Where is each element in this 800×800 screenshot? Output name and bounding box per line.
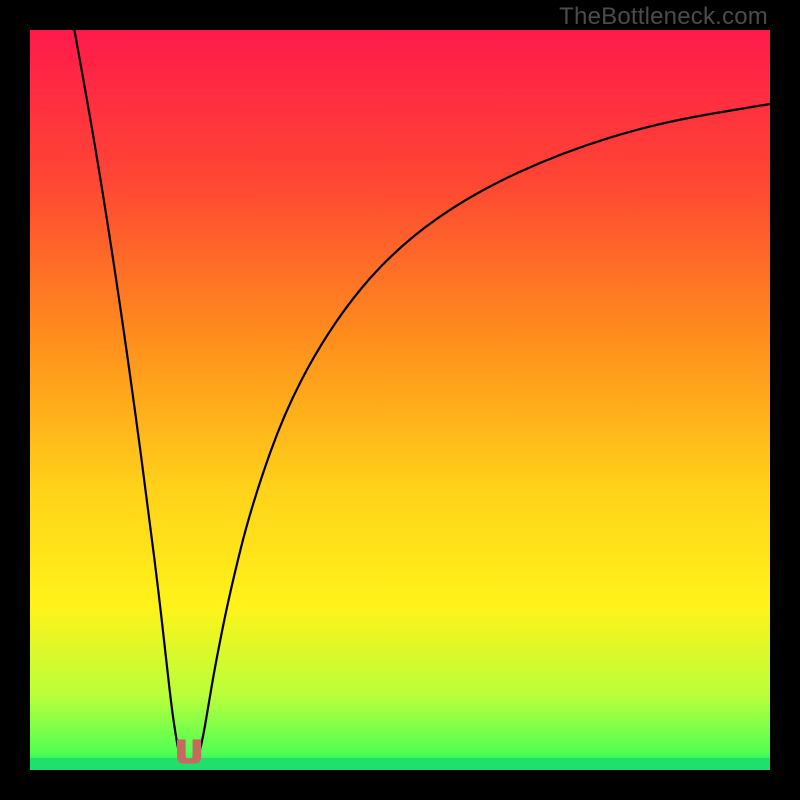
chart-frame [30,30,770,770]
gradient-background [30,30,770,770]
bottleneck-chart [30,30,770,770]
watermark-text: TheBottleneck.com [559,3,768,31]
green-baseline-band [30,758,770,770]
